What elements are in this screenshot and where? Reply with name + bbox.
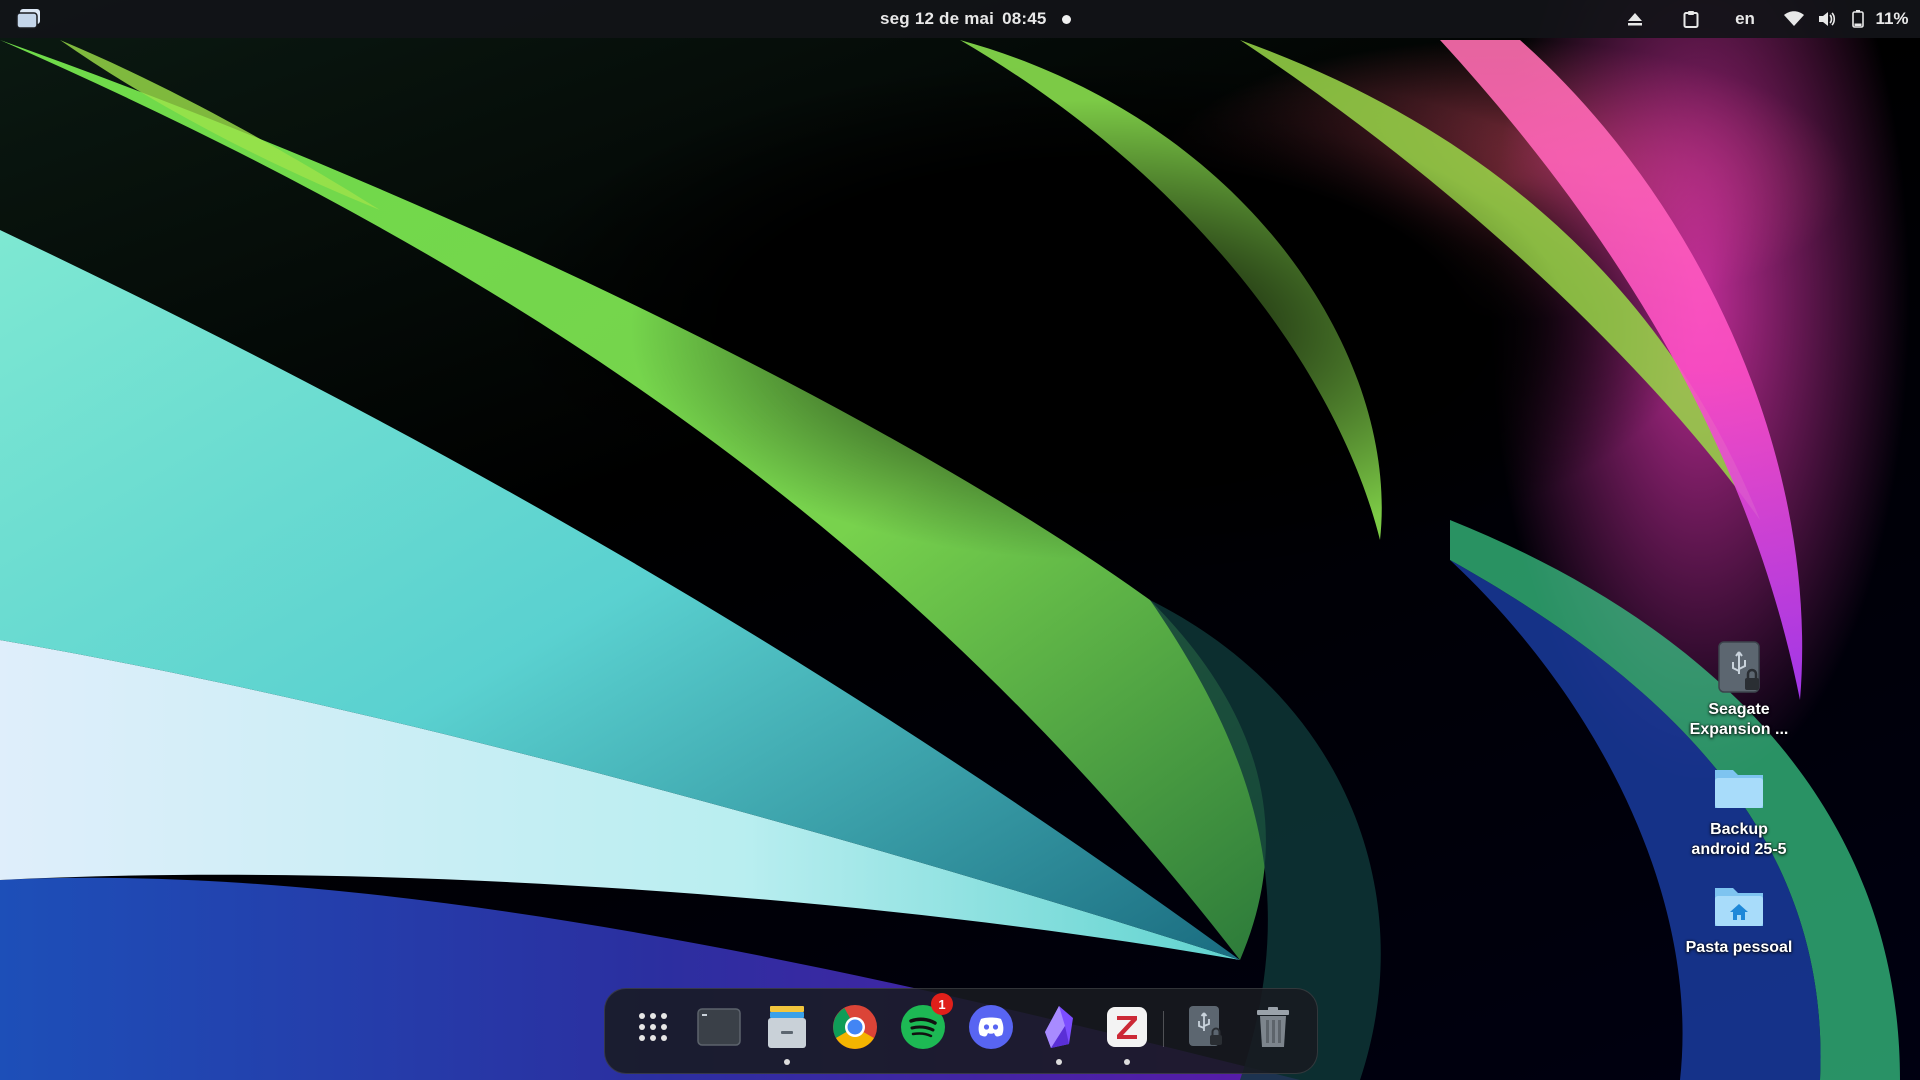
- dock-discord[interactable]: [963, 999, 1019, 1055]
- zotero-icon: [1107, 1007, 1147, 1047]
- volume-button[interactable]: [1814, 0, 1840, 38]
- dock: 1: [604, 988, 1318, 1074]
- notification-badge: 1: [931, 993, 953, 1015]
- desktop-icon-label: Seagate: [1708, 701, 1770, 718]
- battery-icon: [1852, 10, 1864, 28]
- dock-terminal[interactable]: [691, 999, 747, 1055]
- dock-separator: [1163, 1011, 1164, 1047]
- activities-icon: [16, 9, 40, 29]
- desktop-icon-home-folder[interactable]: Pasta pessoal: [1674, 878, 1804, 958]
- usb-drive-icon: [1718, 641, 1760, 693]
- clipboard-icon: [1683, 11, 1699, 28]
- chrome-icon: [833, 1005, 877, 1049]
- battery-percentage[interactable]: 11%: [1870, 0, 1914, 38]
- dock-trash[interactable]: [1245, 999, 1301, 1055]
- keyboard-layout-indicator[interactable]: en: [1728, 0, 1762, 38]
- folder-icon: [1715, 770, 1763, 808]
- desktop-icon-label: Pasta pessoal: [1685, 939, 1793, 956]
- running-indicator: [1056, 1059, 1062, 1065]
- desktop-icon-label: Expansion ...: [1689, 721, 1789, 738]
- terminal-icon: [697, 1008, 741, 1046]
- battery-button[interactable]: [1848, 0, 1868, 38]
- wallpaper-art: [0, 40, 1900, 1080]
- running-indicator: [784, 1059, 790, 1065]
- running-indicator: [1124, 1059, 1130, 1065]
- eject-icon: [1628, 13, 1642, 26]
- obsidian-icon: [1045, 1006, 1073, 1048]
- dock-chrome[interactable]: [827, 999, 883, 1055]
- dock-spotify[interactable]: 1: [895, 993, 953, 1055]
- eject-button[interactable]: [1620, 0, 1650, 38]
- notification-dot: [1062, 15, 1071, 24]
- desktop-icon-backup-android[interactable]: Backup android 25-5: [1674, 760, 1804, 860]
- wifi-icon: [1784, 11, 1804, 26]
- app-grid-icon: [639, 1013, 667, 1041]
- desktop-icon-label: android 25-5: [1691, 841, 1787, 858]
- desktop-wallpaper: [0, 0, 1920, 1080]
- clipboard-button[interactable]: [1676, 0, 1706, 38]
- wifi-button[interactable]: [1780, 0, 1808, 38]
- home-folder-icon: [1715, 888, 1763, 926]
- activities-button[interactable]: [14, 6, 44, 32]
- dock-files[interactable]: [759, 999, 815, 1065]
- trash-icon: [1257, 1007, 1289, 1047]
- desktop-icon-seagate[interactable]: Seagate Expansion ...: [1674, 640, 1804, 740]
- date-label: seg 12 de mai: [880, 9, 995, 28]
- files-icon: [768, 1006, 806, 1048]
- usb-drive-icon: [1189, 1006, 1222, 1046]
- volume-icon: [1819, 12, 1836, 26]
- dock-zotero[interactable]: [1099, 999, 1155, 1065]
- desktop-icon-label: Backup: [1710, 821, 1768, 838]
- dock-usb-drive[interactable]: [1177, 999, 1233, 1055]
- top-bar: seg 12 de mai 08:45 en 11%: [0, 0, 1920, 38]
- dock-app-grid[interactable]: [625, 999, 681, 1055]
- clock[interactable]: seg 12 de mai 08:45: [880, 0, 1047, 38]
- time-label: 08:45: [1002, 9, 1047, 28]
- dock-obsidian[interactable]: [1031, 999, 1087, 1065]
- discord-icon: [969, 1005, 1013, 1049]
